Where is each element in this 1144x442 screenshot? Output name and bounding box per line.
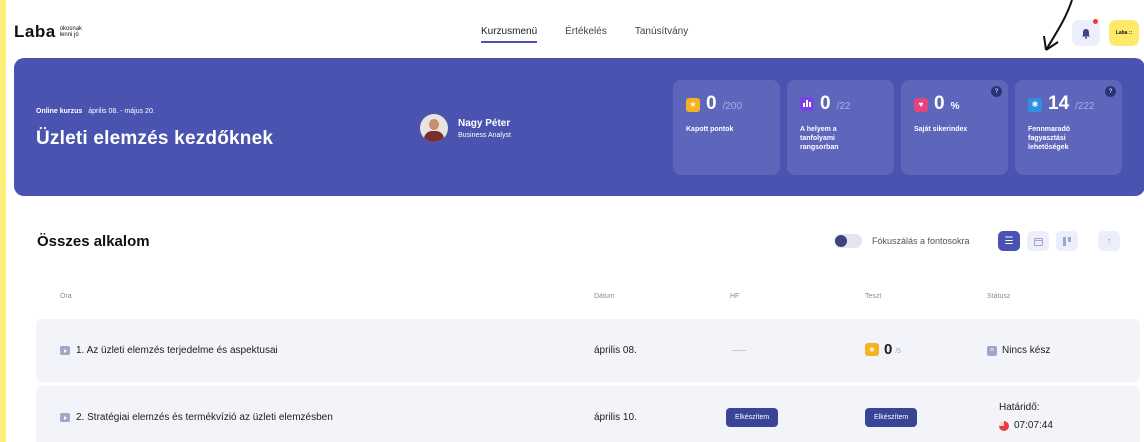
test-score: ★ 0 /5 bbox=[865, 341, 901, 358]
deadline-label: Határidő: bbox=[999, 402, 1040, 413]
stat-label: Fennmaradó fagyasztási lehetőségek bbox=[1028, 126, 1071, 151]
deadline-cell: Határidő: 07:07:44 bbox=[999, 402, 1053, 431]
lesson-title-cell: 1. Az üzleti elemzés terjedelme és aspek… bbox=[60, 345, 278, 356]
table-row[interactable]: 2. Stratégiai elemzés és termékvízió az … bbox=[36, 386, 1140, 442]
course-title: Üzleti elemzés kezdőknek bbox=[36, 128, 274, 149]
column-header-date: Dátum bbox=[594, 293, 615, 300]
column-header-hw: HF bbox=[730, 293, 740, 300]
lesson-title: 2. Stratégiai elemzés és termékvízió az … bbox=[76, 412, 333, 423]
stat-value: 0 bbox=[934, 93, 945, 114]
board-icon bbox=[1062, 236, 1071, 246]
nav-item-tanusitvany[interactable]: Tanúsítvány bbox=[635, 26, 688, 43]
nav-item-kurzusmenu[interactable]: Kurzusmenü bbox=[481, 26, 538, 43]
status-text: Nincs kész bbox=[1002, 345, 1051, 356]
stat-value: 0 bbox=[706, 93, 717, 114]
help-icon[interactable]: ? bbox=[1105, 86, 1116, 97]
section-title: Összes alkalom bbox=[37, 233, 150, 250]
teacher-avatar bbox=[420, 114, 448, 142]
laba-logo[interactable]: Laba okosnak lenni jó bbox=[14, 22, 94, 42]
calendar-view-button[interactable] bbox=[1027, 231, 1049, 251]
deadline-timer: 07:07:44 bbox=[999, 420, 1053, 431]
nav-item-ertekeles[interactable]: Értékelés bbox=[565, 26, 607, 43]
focus-toggle-group[interactable]: Fókuszálás a fontosokra bbox=[834, 234, 970, 248]
timer-icon bbox=[999, 420, 1009, 431]
deadline-time: 07:07:44 bbox=[1014, 420, 1053, 431]
video-icon bbox=[60, 346, 70, 355]
logo-tagline: okosnak lenni jó bbox=[59, 26, 83, 38]
test-start-button[interactable]: Elkészítem bbox=[865, 408, 918, 427]
lesson-date: április 08. bbox=[594, 345, 637, 356]
heart-icon: ♥ bbox=[914, 97, 928, 112]
stat-max: /222 bbox=[1075, 101, 1095, 112]
course-hero-banner: Online kurzus április 08. - május 20. Üz… bbox=[14, 58, 1144, 196]
stat-card-points: ★ 0 /200 Kapott pontok bbox=[673, 80, 780, 175]
focus-label: Fókuszálás a fontosokra bbox=[872, 236, 970, 246]
stat-max: /200 bbox=[722, 101, 743, 112]
top-navigation: Laba okosnak lenni jó Kurzusmenü Értékel… bbox=[6, 0, 1144, 62]
logo-wordmark: Laba bbox=[14, 22, 56, 41]
homework-empty bbox=[732, 350, 746, 351]
teacher-name: Nagy Péter bbox=[458, 117, 511, 129]
help-icon[interactable]: ? bbox=[991, 86, 1002, 97]
column-header-status: Státusz bbox=[987, 293, 1011, 300]
homework-cell: Elkészítem bbox=[726, 408, 779, 427]
annotation-arrow-icon bbox=[1043, 0, 1073, 51]
stat-label: Kapott pontok bbox=[686, 126, 734, 133]
course-meta: Online kurzus április 08. - május 20. bbox=[36, 108, 155, 115]
notification-badge bbox=[1093, 19, 1098, 24]
lesson-title: 1. Az üzleti elemzés terjedelme és aspek… bbox=[76, 345, 278, 356]
page: Laba okosnak lenni jó Kurzusmenü Értékel… bbox=[6, 0, 1144, 442]
column-header-lesson: Óra bbox=[60, 293, 72, 300]
star-icon: ★ bbox=[686, 97, 700, 112]
column-header-test: Teszt bbox=[865, 293, 882, 300]
stat-value: 0 bbox=[820, 93, 831, 114]
test-score-value: 0 bbox=[884, 341, 893, 358]
stat-max: % bbox=[950, 101, 960, 112]
arrow-up-icon: ↑ bbox=[1106, 235, 1112, 247]
bar-chart-icon bbox=[800, 96, 814, 111]
course-type: Online kurzus bbox=[36, 108, 83, 115]
stat-card-ranking: 0 /22 A helyem a tanfolyami rangsorban bbox=[787, 80, 894, 175]
test-score-max: /5 bbox=[895, 348, 902, 355]
lesson-date: április 10. bbox=[594, 412, 637, 423]
profile-avatar-button[interactable]: Laba :: bbox=[1109, 20, 1139, 46]
table-row[interactable]: 1. Az üzleti elemzés terjedelme és aspek… bbox=[36, 319, 1140, 382]
teacher-role: Business Analyst bbox=[458, 131, 511, 139]
not-done-icon: × bbox=[987, 345, 997, 356]
board-view-button[interactable] bbox=[1056, 231, 1078, 251]
notifications-button[interactable] bbox=[1072, 19, 1100, 46]
lesson-title-cell: 2. Stratégiai elemzés és termékvízió az … bbox=[60, 412, 333, 423]
scroll-up-button[interactable]: ↑ bbox=[1098, 231, 1120, 251]
main-nav: Kurzusmenü Értékelés Tanúsítvány bbox=[481, 26, 688, 43]
stat-label: Saját sikerindex bbox=[914, 126, 968, 133]
star-icon: ★ bbox=[865, 343, 879, 356]
course-dates: április 08. - május 20. bbox=[88, 108, 155, 115]
status-cell: × Nincs kész bbox=[987, 345, 1050, 356]
teacher-info[interactable]: Nagy Péter Business Analyst bbox=[420, 114, 511, 142]
stat-value: 14 bbox=[1048, 93, 1070, 114]
stat-label: A helyem a tanfolyami rangsorban bbox=[800, 126, 839, 151]
stat-card-success-index: ? ♥ 0 % Saját sikerindex bbox=[901, 80, 1008, 175]
list-view-button[interactable]: ☰ bbox=[998, 231, 1020, 251]
homework-start-button[interactable]: Elkészítem bbox=[726, 408, 779, 427]
video-icon bbox=[60, 413, 70, 422]
list-icon: ☰ bbox=[1004, 235, 1014, 247]
stat-card-freezes: ? ✱ 14 /222 Fennmaradó fagyasztási lehet… bbox=[1015, 80, 1122, 175]
stat-max: /22 bbox=[836, 101, 851, 112]
focus-toggle[interactable] bbox=[834, 234, 862, 248]
bell-icon bbox=[1082, 28, 1090, 39]
snowflake-icon: ✱ bbox=[1028, 97, 1042, 112]
test-cell: Elkészítem bbox=[865, 408, 918, 427]
calendar-icon bbox=[1033, 237, 1043, 246]
